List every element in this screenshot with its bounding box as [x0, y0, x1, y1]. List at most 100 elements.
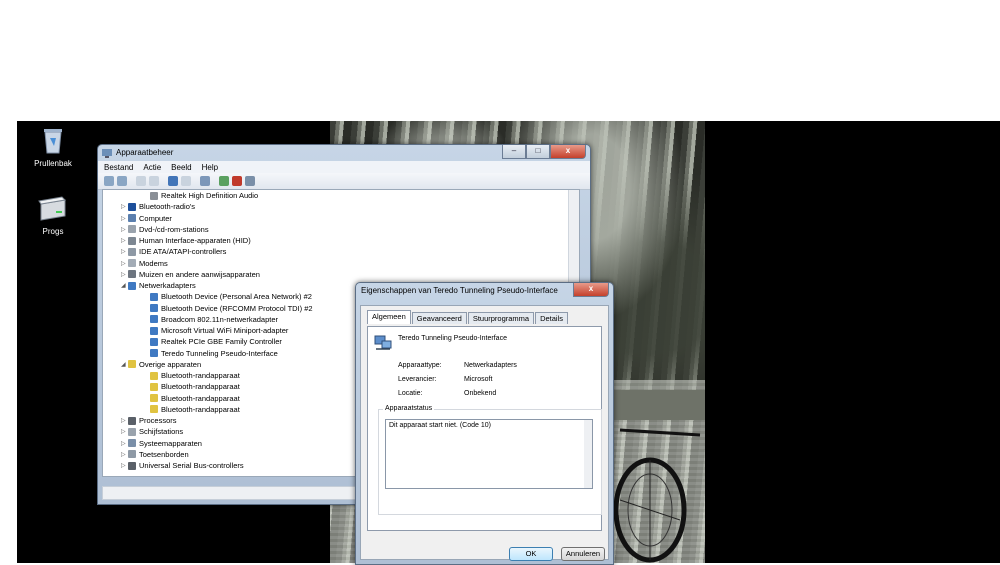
tree-device[interactable]: Bluetooth-randapparaat [143, 381, 240, 392]
tree-device[interactable]: Broadcom 802.11n-netwerkadapter [143, 314, 278, 325]
network-adapter-icon [150, 337, 158, 346]
tree-device[interactable]: Bluetooth Device (RFCOMM Protocol TDI) #… [143, 303, 313, 314]
forward-icon[interactable] [117, 176, 127, 186]
tree-label: Schijfstations [139, 427, 184, 437]
expand-arrow-icon[interactable]: ▷ [121, 237, 128, 244]
device-status-text: Dit apparaat start niet. (Code 10) [389, 422, 491, 429]
expand-arrow-icon[interactable]: ▷ [121, 226, 128, 233]
tree-category[interactable]: ▷ Processors [121, 415, 177, 426]
expand-arrow-icon[interactable]: ▷ [121, 440, 128, 447]
expand-arrow-icon[interactable]: ▷ [121, 260, 128, 267]
properties-icon[interactable] [149, 176, 159, 186]
tree-label: Bluetooth-randapparaat [161, 371, 240, 380]
tree-device[interactable]: Bluetooth-randapparaat [143, 393, 240, 404]
tab-details[interactable]: Details [535, 312, 569, 324]
ok-button[interactable]: OK [509, 547, 553, 561]
warning-device-icon [150, 394, 158, 402]
tree-category[interactable]: ◢ Netwerkadapters [121, 280, 196, 291]
view-icon[interactable] [181, 176, 191, 186]
expand-arrow-icon[interactable]: ▷ [121, 248, 128, 255]
uninstall-icon[interactable] [232, 176, 242, 186]
properties-dialog[interactable]: Eigenschappen van Teredo Tunneling Pseud… [355, 282, 614, 565]
scan-hardware-icon[interactable] [200, 176, 210, 186]
network-adapter-icon [150, 326, 158, 335]
back-icon[interactable] [104, 176, 114, 186]
tree-label: Realtek High Definition Audio [161, 191, 259, 200]
tab-stuurprogramma[interactable]: Stuurprogramma [467, 312, 535, 324]
desktop-icon-recycle-bin[interactable]: Prullenbak [23, 126, 83, 168]
cancel-button[interactable]: Annuleren [561, 547, 605, 561]
tree-label: Bluetooth-randapparaat [161, 382, 240, 392]
device-status-label: Apparaatstatus [383, 405, 435, 412]
tree-category[interactable]: ▷ IDE ATA/ATAPI-controllers [121, 246, 226, 257]
hid-icon [128, 236, 136, 245]
menu-bestand[interactable]: Bestand [104, 163, 133, 172]
tree-category[interactable]: ▷ Modems [121, 258, 168, 269]
tree-category[interactable]: ▷ Dvd-/cd-rom-stations [121, 224, 209, 235]
collapse-arrow-icon[interactable]: ◢ [121, 361, 128, 368]
tree-category[interactable]: ▷ Toetsenborden [121, 449, 189, 460]
tree-device[interactable]: Bluetooth-randapparaat [143, 404, 240, 415]
minimize-button[interactable]: – [502, 145, 526, 159]
tree-category[interactable]: ▷ Human Interface-apparaten (HID) [121, 235, 251, 246]
tree-category[interactable]: ▷ Muizen en andere aanwijsapparaten [121, 269, 260, 280]
prop-label-vendor: Leverancier: [398, 376, 437, 383]
tree-label: Bluetooth-randapparaat [161, 404, 240, 414]
expand-arrow-icon[interactable]: ▷ [121, 428, 128, 435]
tree-label: Toetsenborden [139, 449, 189, 459]
processor-icon [128, 416, 136, 425]
expand-arrow-icon[interactable]: ▷ [121, 417, 128, 424]
show-hide-tree-icon[interactable] [136, 176, 146, 186]
tab-geavanceerd[interactable]: Geavanceerd [411, 312, 467, 324]
tree-category[interactable]: ◢ Overige apparaten [121, 359, 201, 370]
device-status-textbox[interactable]: Dit apparaat start niet. (Code 10) [385, 419, 593, 489]
tree-device[interactable]: Teredo Tunneling Pseudo-Interface [143, 348, 278, 359]
tree-device[interactable]: Bluetooth Device (Personal Area Network)… [143, 291, 312, 302]
tree-category[interactable]: ▷ Computer [121, 213, 172, 224]
network-icon [128, 281, 136, 290]
tree-device[interactable]: Realtek PCIe GBE Family Controller [143, 336, 282, 347]
dialog-title-bar[interactable]: Eigenschappen van Teredo Tunneling Pseud… [356, 283, 613, 299]
expand-arrow-icon[interactable]: ▷ [121, 462, 128, 469]
help-icon[interactable] [168, 176, 178, 186]
network-adapter-icon [150, 292, 158, 301]
tree-label: Modems [139, 258, 168, 268]
close-button[interactable]: x [550, 145, 586, 159]
dvd-icon [128, 225, 136, 234]
desktop-icon-progs[interactable]: Progs [23, 196, 83, 236]
expand-arrow-icon[interactable]: ▷ [121, 271, 128, 278]
menu-actie[interactable]: Actie [143, 163, 161, 172]
menu-beeld[interactable]: Beeld [171, 163, 191, 172]
tree-label: Muizen en andere aanwijsapparaten [139, 269, 260, 279]
expand-arrow-icon[interactable]: ▷ [121, 203, 128, 210]
collapse-arrow-icon[interactable]: ◢ [121, 282, 128, 289]
expand-arrow-icon[interactable]: ▷ [121, 451, 128, 458]
menu-help[interactable]: Help [202, 163, 218, 172]
tree-category[interactable]: ▷ Universal Serial Bus-controllers [121, 460, 244, 471]
tree-category[interactable]: ▷ Bluetooth-radio's [121, 201, 195, 212]
dialog-title: Eigenschappen van Teredo Tunneling Pseud… [361, 286, 558, 295]
title-bar[interactable]: Apparaatbeheer – □ x [98, 145, 590, 161]
tree-label: Realtek PCIe GBE Family Controller [161, 337, 282, 347]
disk-icon [128, 427, 136, 436]
tree-category[interactable]: ▷ Systeemapparaten [121, 438, 202, 449]
tab-algemeen[interactable]: Algemeen [367, 310, 411, 324]
update-driver-icon[interactable] [219, 176, 229, 186]
maximize-button[interactable]: □ [526, 145, 550, 159]
status-scrollbar[interactable] [584, 420, 592, 488]
tree-category[interactable]: ▷ Schijfstations [121, 426, 183, 437]
tree-label: IDE ATA/ATAPI-controllers [139, 247, 227, 257]
usb-icon [128, 461, 136, 470]
device-manager-icon [102, 149, 112, 158]
tree-device[interactable]: Bluetooth-randapparaat [143, 370, 240, 381]
system-icon [128, 439, 136, 447]
unknown-device-icon [128, 360, 136, 369]
dialog-close-button[interactable]: x [573, 283, 609, 297]
desktop-icon-label: Prullenbak [34, 159, 72, 168]
tree-device[interactable]: Microsoft Virtual WiFi Miniport-adapter [143, 325, 288, 336]
tree-label: Microsoft Virtual WiFi Miniport-adapter [161, 326, 289, 335]
enable-device-icon[interactable] [245, 176, 255, 186]
prop-label-type: Apparaattype: [398, 362, 442, 369]
tree-device[interactable]: Realtek High Definition Audio [143, 190, 258, 201]
expand-arrow-icon[interactable]: ▷ [121, 215, 128, 222]
